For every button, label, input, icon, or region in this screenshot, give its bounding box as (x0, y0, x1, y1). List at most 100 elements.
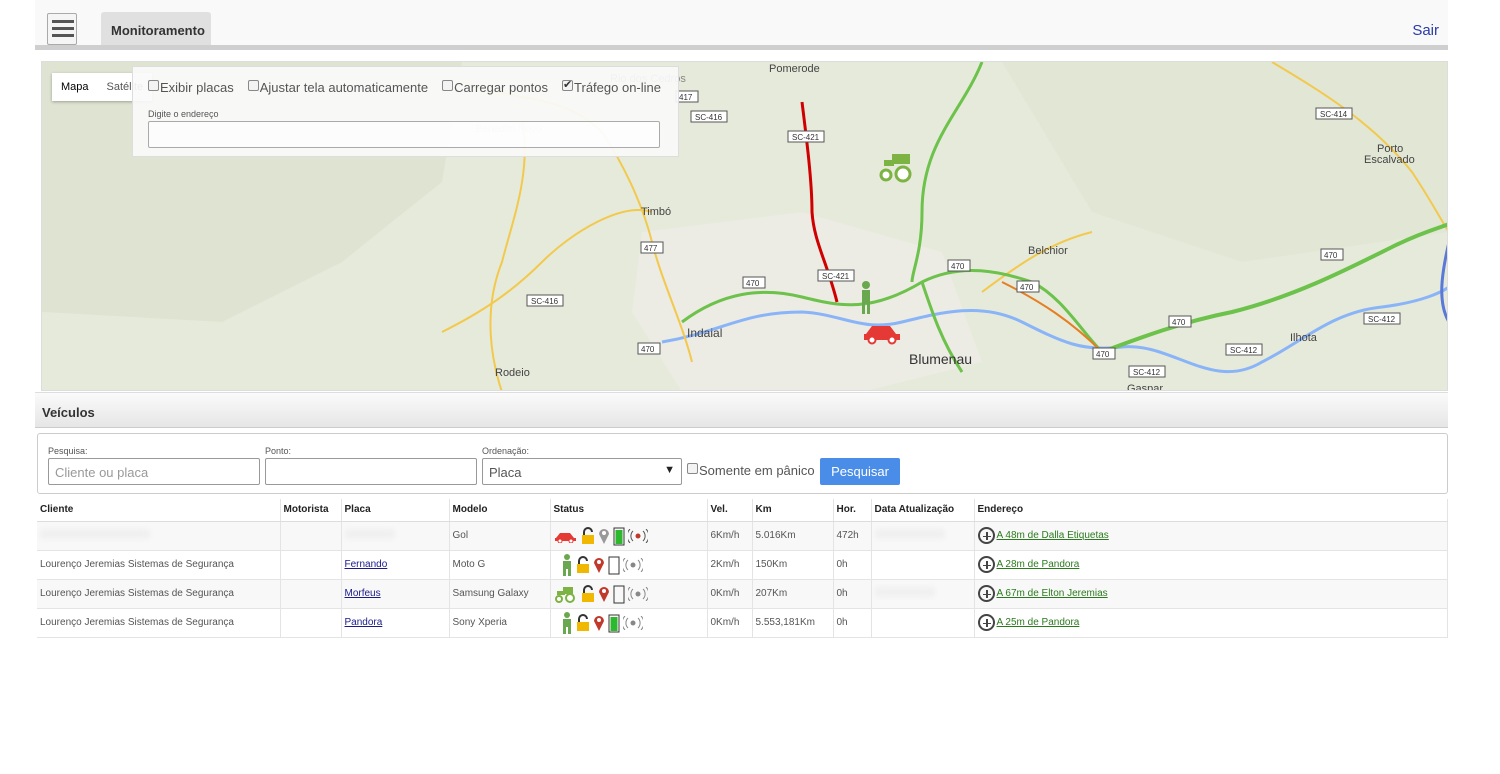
col-cliente[interactable]: Cliente (37, 499, 281, 522)
exibir-placas-option[interactable]: Exibir placas (148, 80, 234, 95)
battery-empty-icon (608, 556, 619, 574)
car-icon (554, 532, 576, 543)
col-motorista[interactable]: Motorista (280, 499, 342, 522)
placa-link[interactable]: Morfeus (345, 588, 381, 599)
cell-hor: 0h (833, 608, 872, 638)
cell-cliente: Lourenço Jeremias Sistemas de Segurança (37, 608, 281, 638)
person-icon (562, 553, 571, 576)
table-row[interactable]: Gol 6Km/h 5.016Km 472h A 48m de Dalla Et… (37, 521, 1448, 551)
svg-text:SC-412: SC-412 (1368, 315, 1396, 324)
address-input[interactable] (148, 121, 660, 148)
panic-checkbox[interactable] (687, 463, 698, 474)
cell-km: 150Km (752, 550, 834, 580)
ajustar-tela-checkbox[interactable] (247, 80, 259, 91)
trafego-checkbox[interactable] (562, 78, 574, 91)
svg-text:Timbó: Timbó (641, 206, 671, 218)
svg-text:SC-412: SC-412 (1133, 368, 1161, 377)
svg-text:Belchior: Belchior (1028, 245, 1068, 257)
svg-text:Indaial: Indaial (687, 326, 722, 340)
signal-icon (622, 615, 643, 630)
pin-icon (593, 557, 604, 573)
ajustar-tela-option[interactable]: Ajustar tela automaticamente (247, 80, 428, 95)
table-row[interactable]: Lourenço Jeremias Sistemas de Segurança … (37, 579, 1448, 609)
svg-text:SC-421: SC-421 (822, 272, 850, 281)
cell-status (550, 550, 708, 580)
placa-link[interactable]: Fernando (345, 559, 388, 570)
carregar-pontos-option[interactable]: Carregar pontos (442, 80, 548, 95)
col-endereco[interactable]: Endereço (974, 499, 1448, 522)
cell-hor: 0h (833, 550, 872, 580)
col-data[interactable]: Data Atualização (871, 499, 975, 522)
search-button[interactable]: Pesquisar (820, 458, 900, 485)
svg-text:470: 470 (1096, 350, 1110, 359)
search-input[interactable]: Cliente ou placa (48, 458, 260, 485)
col-modelo[interactable]: Modelo (449, 499, 551, 522)
trafego-option[interactable]: Tráfego on-line (562, 78, 661, 95)
cell-data (871, 579, 975, 609)
add-circle-icon[interactable] (977, 614, 995, 631)
add-circle-icon[interactable] (977, 585, 995, 602)
cell-hor: 472h (833, 521, 872, 551)
cell-modelo: Sony Xperia (449, 608, 551, 638)
cell-status (550, 521, 708, 551)
panic-label: Somente em pânico (699, 463, 815, 478)
cell-cliente (37, 521, 281, 551)
svg-text:Rodeio: Rodeio (495, 367, 530, 379)
point-label: Ponto: (265, 446, 292, 456)
add-circle-icon[interactable] (977, 556, 995, 573)
table-row[interactable]: Lourenço Jeremias Sistemas de Segurança … (37, 608, 1448, 638)
col-status[interactable]: Status (550, 499, 708, 522)
logout-link[interactable]: Sair (1412, 22, 1439, 39)
cell-endereco: A 48m de Dalla Etiquetas (974, 521, 1448, 551)
cell-placa: Fernando (341, 550, 450, 580)
signal-icon (627, 528, 648, 543)
cell-placa: Pandora (341, 608, 450, 638)
svg-text:470: 470 (746, 279, 760, 288)
cell-status (550, 579, 708, 609)
pin-icon (598, 586, 609, 602)
cell-endereco: A 25m de Pandora (974, 608, 1448, 638)
map-type-mapa[interactable]: Mapa (52, 73, 98, 101)
cell-km: 5.016Km (752, 521, 834, 551)
cell-data (871, 550, 975, 580)
menu-icon[interactable] (47, 13, 77, 45)
vehicles-section-header: Veículos (35, 392, 1448, 428)
address-link[interactable]: A 67m de Elton Jeremias (997, 588, 1108, 599)
point-input[interactable] (265, 458, 477, 485)
filter-panel: Pesquisa: Cliente ou placa Ponto: Ordena… (37, 433, 1448, 494)
table-header-row: Cliente Motorista Placa Modelo Status Ve… (37, 499, 1448, 522)
carregar-pontos-label: Carregar pontos (454, 80, 549, 95)
cell-motorista (280, 550, 342, 580)
redacted-text (40, 529, 150, 539)
cell-cliente: Lourenço Jeremias Sistemas de Segurança (37, 579, 281, 609)
placa-link[interactable]: Pandora (345, 617, 383, 628)
lock-open-icon (581, 526, 594, 544)
col-placa[interactable]: Placa (341, 499, 450, 522)
top-bar: Monitoramento Sair (35, 0, 1448, 50)
cell-motorista (280, 608, 342, 638)
svg-text:470: 470 (1172, 318, 1186, 327)
lock-open-icon (576, 555, 589, 573)
address-link[interactable]: A 25m de Pandora (997, 617, 1080, 628)
cell-placa: Morfeus (341, 579, 450, 609)
map[interactable]: SC-416 417 SC-421 SC-421 SC-416 477 470 … (41, 61, 1448, 391)
panic-filter[interactable]: Somente em pânico (687, 463, 815, 478)
add-circle-icon[interactable] (977, 527, 995, 544)
search-label: Pesquisa: (48, 446, 88, 456)
pin-icon (593, 615, 604, 631)
lock-open-icon (576, 613, 589, 631)
tab-monitoramento[interactable]: Monitoramento (101, 12, 211, 45)
carregar-pontos-checkbox[interactable] (442, 80, 454, 91)
address-link[interactable]: A 28m de Pandora (997, 559, 1080, 570)
col-hor[interactable]: Hor. (833, 499, 872, 522)
exibir-placas-checkbox[interactable] (148, 80, 159, 91)
cell-hor: 0h (833, 579, 872, 609)
col-vel[interactable]: Vel. (707, 499, 753, 522)
col-km[interactable]: Km (752, 499, 834, 522)
order-select[interactable]: Placa ▼ (482, 458, 682, 485)
table-row[interactable]: Lourenço Jeremias Sistemas de Segurança … (37, 550, 1448, 580)
cell-vel: 6Km/h (707, 521, 753, 551)
address-link[interactable]: A 48m de Dalla Etiquetas (997, 530, 1109, 541)
battery-full-icon (608, 614, 619, 632)
cell-data (871, 521, 975, 551)
